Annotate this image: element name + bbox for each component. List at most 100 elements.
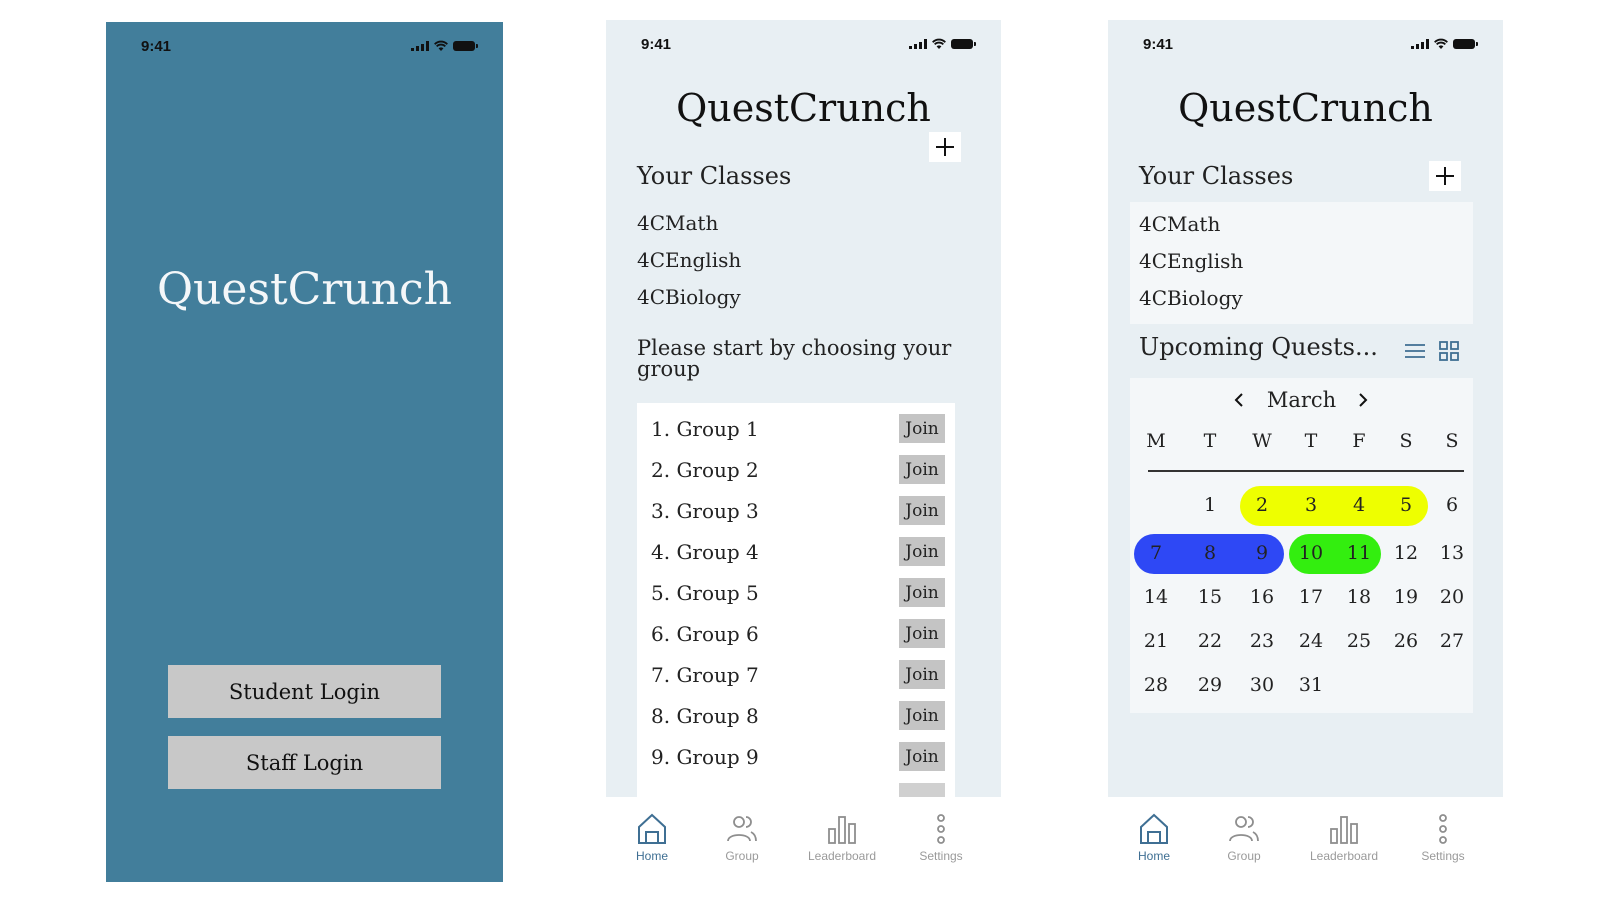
group-row: 5. Group 5 Join <box>637 575 955 616</box>
tab-bar: Home Group Leaderboard Settings <box>1108 797 1503 885</box>
tab-home[interactable]: Home <box>1109 811 1199 863</box>
class-item[interactable]: 4CMath <box>1139 212 1220 236</box>
class-item[interactable]: 4CEnglish <box>1139 249 1243 273</box>
calendar-day[interactable]: 7 <box>1136 542 1176 564</box>
app-logo: QuestCrunch <box>156 264 453 315</box>
tab-label: Home <box>635 849 668 863</box>
tab-leaderboard[interactable]: Leaderboard <box>797 811 887 863</box>
tab-leaderboard[interactable]: Leaderboard <box>1299 811 1389 863</box>
join-button[interactable]: Join <box>899 742 945 771</box>
tab-label: Leaderboard <box>1309 849 1379 863</box>
chevron-right-icon[interactable] <box>1355 392 1371 408</box>
join-button[interactable]: Join <box>899 537 945 566</box>
calendar-day[interactable]: 4 <box>1339 494 1379 516</box>
app-title: QuestCrunch <box>1178 86 1433 130</box>
leaderboard-icon <box>1330 816 1358 844</box>
calendar-day[interactable]: 10 <box>1291 542 1331 564</box>
battery-icon <box>453 41 478 51</box>
group-name: 8. Group 8 <box>651 704 759 728</box>
calendar-day[interactable]: 12 <box>1386 542 1426 564</box>
join-button[interactable]: Join <box>899 701 945 730</box>
tab-settings[interactable]: Settings <box>896 811 986 863</box>
status-icons <box>1411 38 1478 49</box>
month-label: March <box>1266 388 1337 412</box>
weekday-label: M <box>1146 430 1166 452</box>
plus-icon <box>1436 167 1454 185</box>
join-button[interactable]: Join <box>899 455 945 484</box>
group-name: 3. Group 3 <box>651 499 759 523</box>
calendar-day[interactable]: 24 <box>1291 630 1331 652</box>
calendar-day[interactable]: 29 <box>1190 674 1230 696</box>
group-icon <box>727 816 757 842</box>
calendar-day[interactable]: 1 <box>1190 494 1230 516</box>
calendar-day[interactable]: 13 <box>1432 542 1472 564</box>
calendar-day[interactable]: 11 <box>1339 542 1379 564</box>
tab-group[interactable]: Group <box>1199 811 1289 863</box>
group-row: 3. Group 3 Join <box>637 493 955 534</box>
class-item[interactable]: 4CMath <box>637 211 718 235</box>
group-list: 1. Group 1 Join 2. Group 2 Join 3. Group 3… <box>637 403 955 803</box>
join-button[interactable]: Join <box>899 660 945 689</box>
wifi-icon <box>434 40 448 51</box>
status-time: 9:41 <box>1143 36 1174 53</box>
weekday-label: T <box>1304 430 1318 452</box>
signal-icon <box>411 41 429 51</box>
calendar-day[interactable]: 5 <box>1386 494 1426 516</box>
calendar-day[interactable]: 6 <box>1432 494 1472 516</box>
calendar-day[interactable]: 3 <box>1291 494 1331 516</box>
group-row: 2. Group 2 Join <box>637 452 955 493</box>
calendar-day[interactable]: 18 <box>1339 586 1379 608</box>
add-class-button[interactable] <box>929 132 961 162</box>
calendar-day[interactable]: 20 <box>1432 586 1472 608</box>
weekday-label: S <box>1399 430 1413 452</box>
group-row: 4. Group 4 Join <box>637 534 955 575</box>
settings-dots-icon <box>1439 814 1447 844</box>
status-time: 9:41 <box>641 36 672 53</box>
student-login-button[interactable]: Student Login <box>168 665 441 718</box>
tab-label: Group <box>725 849 759 863</box>
leaderboard-icon <box>828 816 856 844</box>
calendar-day[interactable]: 21 <box>1136 630 1176 652</box>
class-item[interactable]: 4CBiology <box>637 285 741 309</box>
app-title: QuestCrunch <box>676 86 931 130</box>
class-item[interactable]: 4CEnglish <box>637 248 741 272</box>
upcoming-quests-title: Upcoming Quests... <box>1139 333 1378 361</box>
tab-label: Leaderboard <box>807 849 877 863</box>
signal-icon <box>1411 39 1429 49</box>
group-name: 6. Group 6 <box>651 622 759 646</box>
calendar-day[interactable]: 28 <box>1136 674 1176 696</box>
calendar-day[interactable]: 14 <box>1136 586 1176 608</box>
calendar-day[interactable]: 8 <box>1190 542 1230 564</box>
group-row: 6. Group 6 Join <box>637 616 955 657</box>
class-item[interactable]: 4CBiology <box>1139 286 1243 310</box>
list-view-icon[interactable] <box>1404 340 1426 362</box>
calendar-day[interactable]: 23 <box>1242 630 1282 652</box>
calendar-day[interactable]: 31 <box>1291 674 1331 696</box>
group-name: 7. Group 7 <box>651 663 759 687</box>
calendar-day[interactable]: 27 <box>1432 630 1472 652</box>
calendar-day[interactable]: 2 <box>1242 494 1282 516</box>
calendar-day[interactable]: 30 <box>1242 674 1282 696</box>
tab-settings[interactable]: Settings <box>1398 811 1488 863</box>
join-button[interactable]: Join <box>899 578 945 607</box>
join-button[interactable]: Join <box>899 414 945 443</box>
calendar-day[interactable]: 9 <box>1242 542 1282 564</box>
calendar-day[interactable]: 26 <box>1386 630 1426 652</box>
tab-home[interactable]: Home <box>607 811 697 863</box>
staff-login-button[interactable]: Staff Login <box>168 736 441 789</box>
calendar-day[interactable]: 19 <box>1386 586 1426 608</box>
battery-icon <box>1453 39 1478 49</box>
settings-dots-icon <box>937 814 945 844</box>
group-row: 9. Group 9 Join <box>637 739 955 780</box>
group-name: 1. Group 1 <box>651 417 759 441</box>
calendar-day[interactable]: 15 <box>1190 586 1230 608</box>
calendar-day[interactable]: 22 <box>1190 630 1230 652</box>
tab-group[interactable]: Group <box>697 811 787 863</box>
calendar-day[interactable]: 25 <box>1339 630 1379 652</box>
join-button[interactable]: Join <box>899 619 945 648</box>
grid-view-icon[interactable] <box>1438 340 1460 362</box>
calendar-day[interactable]: 17 <box>1291 586 1331 608</box>
add-class-button[interactable] <box>1429 161 1461 191</box>
join-button[interactable]: Join <box>899 496 945 525</box>
calendar-day[interactable]: 16 <box>1242 586 1282 608</box>
